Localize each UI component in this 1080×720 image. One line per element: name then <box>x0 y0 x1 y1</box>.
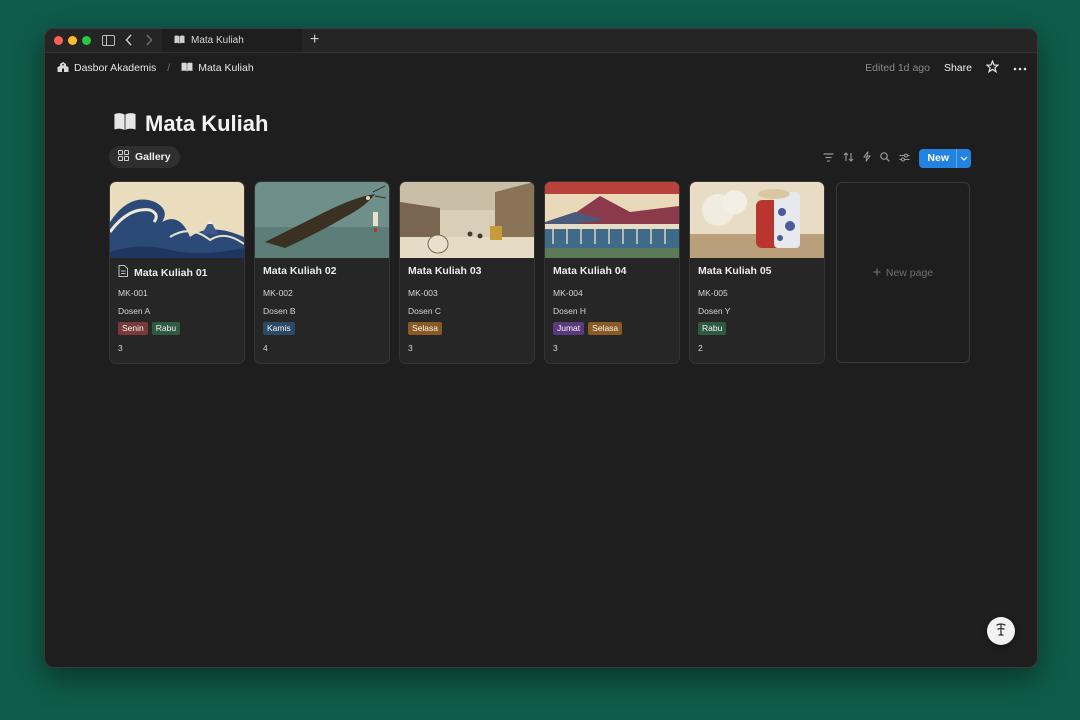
gallery-card[interactable]: Mata Kuliah 05 MK-005 Dosen Y Rabu 2 <box>690 182 824 363</box>
breadcrumb-current-label: Mata Kuliah <box>198 62 254 74</box>
card-cover-image <box>110 182 244 258</box>
card-title-label: Mata Kuliah 03 <box>408 265 482 277</box>
card-title-label: Mata Kuliah 04 <box>553 265 627 277</box>
edited-status: Edited 1d ago <box>865 62 930 74</box>
app-window: Mata Kuliah + Dasbor Akademis / Mata Kul… <box>44 28 1038 668</box>
book-icon <box>113 112 137 136</box>
card-tags: Jumat Selasa <box>553 322 623 335</box>
breadcrumb-parent[interactable]: Dasbor Akademis <box>57 61 156 76</box>
gallery-card[interactable]: Mata Kuliah 02 MK-002 Dosen B Kamis 4 <box>255 182 389 363</box>
breadcrumb-separator: / <box>167 62 171 74</box>
card-cover-image <box>255 182 389 258</box>
card-code: MK-005 <box>698 288 728 298</box>
close-window-button[interactable] <box>54 36 63 45</box>
card-sks: 3 <box>118 343 123 353</box>
book-icon <box>181 62 193 75</box>
topbar-actions: Edited 1d ago Share <box>865 53 1027 83</box>
card-sks: 3 <box>408 343 413 353</box>
forward-arrow-icon[interactable] <box>145 33 153 47</box>
maximize-window-button[interactable] <box>82 36 91 45</box>
card-code: MK-003 <box>408 288 438 298</box>
minimize-window-button[interactable] <box>68 36 77 45</box>
card-dosen: Dosen A <box>118 306 151 316</box>
more-icon[interactable] <box>1013 62 1027 74</box>
card-title-label: Mata Kuliah 02 <box>263 265 337 277</box>
card-tags: Kamis <box>263 322 295 335</box>
filter-icon[interactable] <box>823 149 834 167</box>
breadcrumb-parent-label: Dasbor Akademis <box>74 62 157 74</box>
card-dosen: Dosen Y <box>698 306 731 316</box>
book-icon <box>174 35 185 47</box>
chevron-down-icon[interactable] <box>956 148 971 168</box>
card-title: Mata Kuliah 02 <box>263 265 337 277</box>
sidebar-toggle-icon[interactable] <box>102 33 115 47</box>
card-tags: Selasa <box>408 322 442 335</box>
card-title: Mata Kuliah 01 <box>118 265 208 280</box>
card-title: Mata Kuliah 03 <box>408 265 482 277</box>
card-dosen: Dosen C <box>408 306 442 316</box>
card-tags: Senin Rabu <box>118 322 181 335</box>
tab-title: Mata Kuliah <box>191 35 244 46</box>
lightning-icon[interactable] <box>863 149 872 167</box>
card-title: Mata Kuliah 04 <box>553 265 627 277</box>
new-page-label: New page <box>885 266 934 279</box>
card-cover-image <box>545 182 679 258</box>
page-title: Mata Kuliah <box>145 111 269 136</box>
card-sks: 2 <box>698 343 703 353</box>
tag-kamis: Kamis <box>263 322 295 335</box>
tab-gallery[interactable]: Gallery <box>109 146 180 168</box>
star-icon[interactable] <box>985 59 1000 76</box>
card-sks: 4 <box>263 343 268 353</box>
card-tags: Rabu <box>698 322 727 335</box>
card-code: MK-002 <box>263 288 293 298</box>
help-button[interactable] <box>987 617 1015 645</box>
card-dosen: Dosen B <box>263 306 296 316</box>
new-button-label: New <box>927 151 949 164</box>
school-icon <box>57 61 69 76</box>
card-dosen: Dosen H <box>553 306 587 316</box>
page-icon <box>118 265 128 280</box>
card-code: MK-001 <box>118 288 148 298</box>
gallery-card[interactable]: Mata Kuliah 01 MK-001 Dosen A Senin Rabu… <box>110 182 244 363</box>
tag-jumat: Jumat <box>553 322 585 335</box>
gallery-icon <box>118 150 129 164</box>
new-tab-button[interactable]: + <box>310 31 319 49</box>
sort-icon[interactable] <box>843 149 854 167</box>
card-cover-image <box>400 182 534 258</box>
search-icon[interactable] <box>880 149 891 167</box>
new-page-card[interactable]: New page <box>836 182 970 363</box>
view-tab-label: Gallery <box>135 151 171 163</box>
tag-selasa: Selasa <box>588 322 623 335</box>
tag-rabu: Rabu <box>698 322 727 335</box>
settings-sliders-icon[interactable] <box>899 149 910 167</box>
tag-selasa: Selasa <box>408 322 442 335</box>
card-cover-image <box>690 182 824 258</box>
card-title: Mata Kuliah 05 <box>698 265 772 277</box>
card-title-label: Mata Kuliah 05 <box>698 265 772 277</box>
breadcrumb-current[interactable]: Mata Kuliah <box>181 62 254 75</box>
tag-senin: Senin <box>118 322 148 335</box>
card-title-label: Mata Kuliah 01 <box>134 266 208 279</box>
gallery-card[interactable]: Mata Kuliah 04 MK-004 Dosen H Jumat Sela… <box>545 182 679 363</box>
tab-mata-kuliah[interactable]: Mata Kuliah <box>162 29 302 52</box>
page-header: Mata Kuliah <box>113 111 268 137</box>
help-icon <box>994 622 1008 641</box>
tag-rabu: Rabu <box>151 322 181 335</box>
plus-icon <box>873 267 881 279</box>
share-button[interactable]: Share <box>944 62 972 74</box>
breadcrumb: Dasbor Akademis / Mata Kuliah <box>57 61 254 76</box>
page-topbar: Dasbor Akademis / Mata Kuliah Edited 1d … <box>45 53 1037 83</box>
new-button[interactable]: New <box>919 148 971 168</box>
back-arrow-icon[interactable] <box>125 33 133 47</box>
database-toolbar: New <box>823 148 971 168</box>
gallery-card[interactable]: Mata Kuliah 03 MK-003 Dosen C Selasa 3 <box>400 182 534 363</box>
browser-tabbar: Mata Kuliah + <box>45 29 1037 53</box>
card-code: MK-004 <box>553 288 583 298</box>
card-sks: 3 <box>553 343 558 353</box>
